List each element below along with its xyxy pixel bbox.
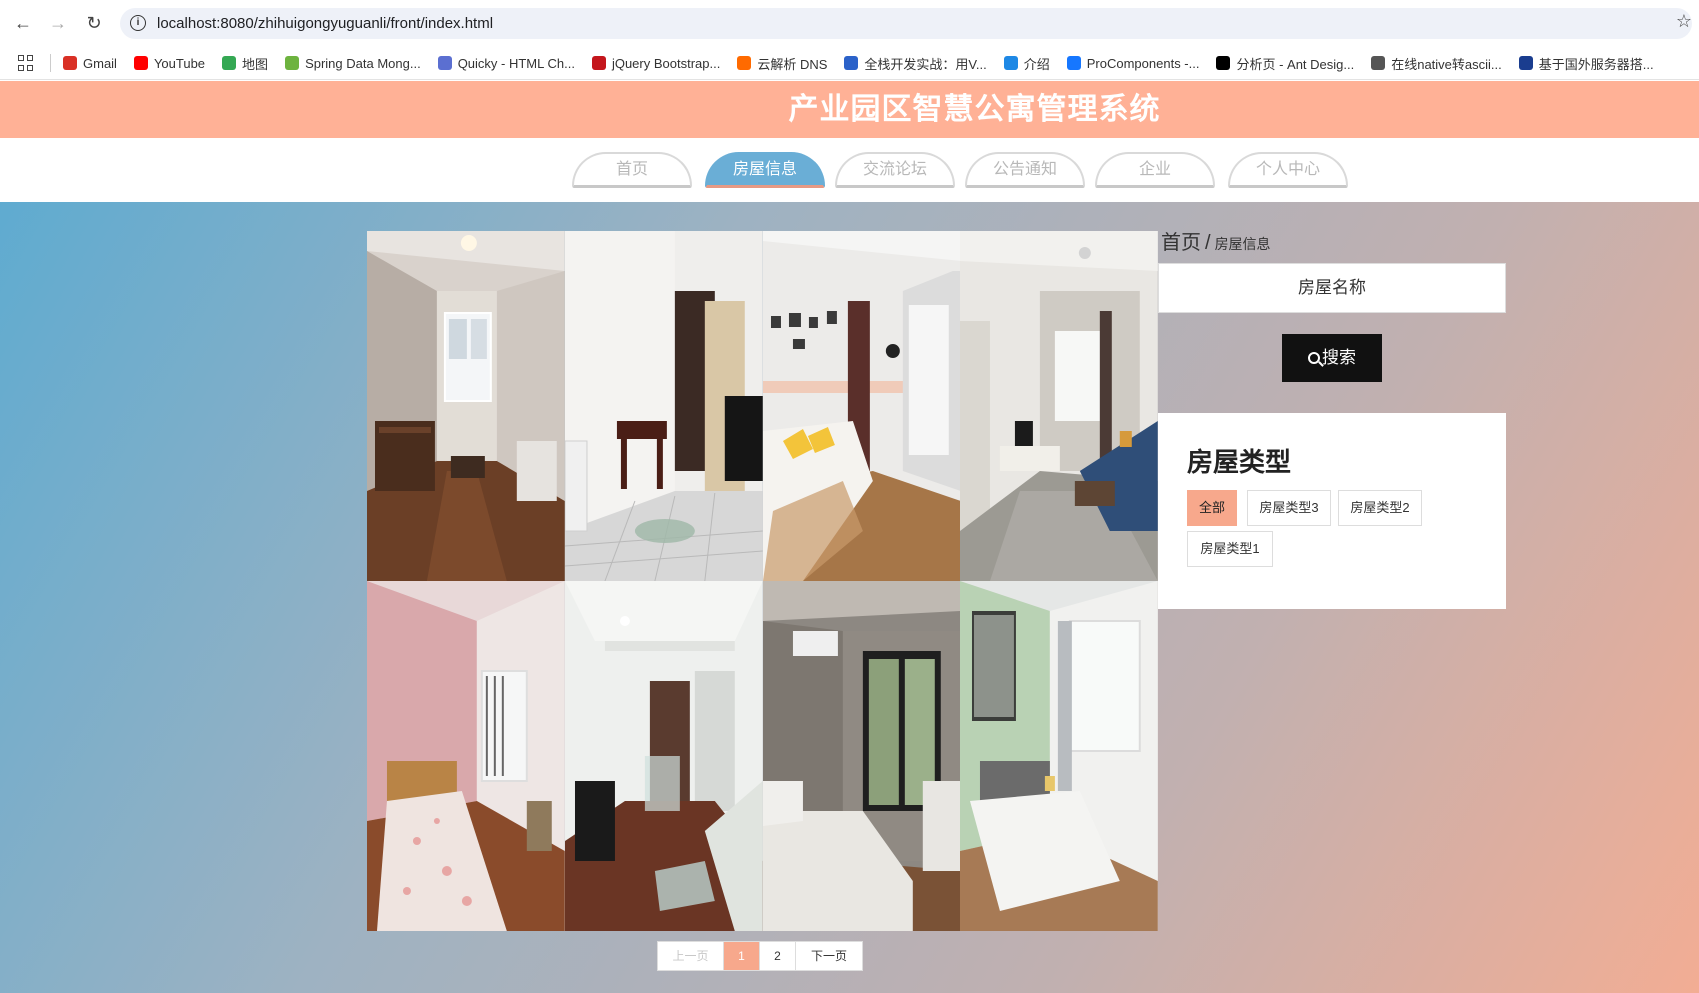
bookmark-label: 全栈开发实战：用V... [864,56,987,72]
house-photo [960,581,1158,931]
search-button-label: 搜索 [1322,348,1356,367]
maps-icon [222,56,237,70]
spring-icon [285,56,300,70]
bookmark-label: 分析页 - Ant Desig... [1236,56,1355,72]
bookmark-label: jQuery Bootstrap... [611,55,721,71]
jquery-icon [591,56,606,70]
page-2-button[interactable]: 2 [760,942,796,970]
browser-toolbar: ← → ↻ i localhost:8080/zhihuigongyuguanl… [0,0,1699,47]
page-1-button[interactable]: 1 [724,942,760,970]
house-photo [762,231,961,581]
main-nav: 首页 房屋信息 交流论坛 公告通知 企业 个人中心 [0,138,1699,202]
youtube-icon [133,56,148,70]
bookmark-label: 基于国外服务器搭... [1538,56,1654,72]
bookmark-item[interactable]: 在线native转ascii... [1371,54,1502,73]
type-tag-1[interactable]: 房屋类型1 [1187,531,1273,567]
bookmark-label: Gmail [83,55,117,71]
breadcrumb-current: 房屋信息 [1214,236,1271,252]
next-page-button[interactable]: 下一页 [796,942,862,970]
bookmark-item[interactable]: 基于国外服务器搭... [1518,54,1654,73]
site-title: 产业园区智慧公寓管理系统 [788,93,1161,126]
type-tag-all[interactable]: 全部 [1187,490,1237,526]
bookmark-item[interactable]: jQuery Bootstrap... [591,55,721,71]
house-card[interactable] [564,581,763,931]
house-type-title: 房屋类型 [1187,447,1292,477]
house-photo [762,581,961,931]
bookmark-label: 地图 [242,56,269,72]
bookmark-item[interactable]: Gmail [63,56,117,71]
house-card[interactable] [762,231,961,581]
house-card[interactable] [960,581,1158,931]
bookmark-item[interactable]: 全栈开发实战：用V... [844,54,987,73]
bookmark-star-icon[interactable]: ☆ [1676,11,1692,32]
bookmark-item[interactable]: Quicky - HTML Ch... [437,55,575,71]
bookmark-item[interactable]: ProComponents -... [1066,55,1200,71]
m-icon [844,56,859,70]
reload-icon[interactable]: ↻ [83,12,105,34]
type-tag-3[interactable]: 房屋类型3 [1247,490,1331,526]
nav-house-info[interactable]: 房屋信息 [705,152,825,188]
content-area: 首页 / 房屋信息 房屋名称 搜索 房屋类型 全部 房屋类型3 房屋类型2 房屋类型… [0,202,1699,993]
globe-icon [1371,56,1386,70]
bookmark-label: 在线native转ascii... [1391,56,1502,72]
bookmark-item[interactable]: 分析页 - Ant Desig... [1216,54,1354,73]
bookmark-label: 介绍 [1023,56,1050,72]
back-arrow-icon[interactable]: ← [12,12,34,34]
apps-icon[interactable] [0,47,50,79]
house-card[interactable] [367,231,565,581]
search-button[interactable]: 搜索 [1282,334,1382,382]
house-name-search-input[interactable]: 房屋名称 [1158,263,1506,313]
bookmarks-bar: Gmail YouTube 地图 Spring Data Mong... Quicky … [0,47,1699,80]
bookmark-item[interactable]: YouTube [133,55,206,71]
bookmark-item[interactable]: Spring Data Mong... [285,56,421,71]
nav-enterprise[interactable]: 企业 [1095,152,1215,188]
bookmark-label: Quicky - HTML Ch... [457,55,575,71]
nav-home[interactable]: 首页 [572,152,692,188]
house-card[interactable] [762,581,961,931]
house-card[interactable] [367,581,565,931]
nav-notice[interactable]: 公告通知 [965,152,1085,188]
bookmarks-divider [50,54,51,72]
bookmark-label: ProComponents -... [1086,55,1200,71]
type-tag-2[interactable]: 房屋类型2 [1338,490,1422,526]
breadcrumb-home[interactable]: 首页 [1161,232,1201,254]
house-photo [960,231,1158,581]
search-icon [1308,352,1320,364]
house-photo [564,231,763,581]
nav-forum[interactable]: 交流论坛 [835,152,955,188]
bookmark-label: Spring Data Mong... [305,55,421,71]
bookmark-label: YouTube [153,55,206,71]
house-card[interactable] [960,231,1158,581]
pro-icon [1216,56,1231,70]
quicky-icon [437,56,452,70]
prev-page-button[interactable]: 上一页 [658,942,724,970]
aliyun-icon [737,56,752,70]
house-card[interactable] [564,231,763,581]
house-photo [367,231,565,581]
server-icon [1518,56,1533,70]
bookmark-label: 云解析 DNS [757,56,828,72]
breadcrumb: 首页 / 房屋信息 [1161,226,1271,255]
breadcrumb-separator: / [1205,232,1211,254]
bookmark-item[interactable]: 云解析 DNS [737,54,827,73]
house-photo [564,581,763,931]
site-info-icon[interactable]: i [130,15,146,31]
app-header: 产业园区智慧公寓管理系统 [0,81,1699,138]
intro-icon [1003,56,1018,70]
address-bar[interactable]: i localhost:8080/zhihuigongyuguanli/fron… [120,8,1692,39]
forward-arrow-icon[interactable]: → [47,12,69,34]
bookmark-item[interactable]: 地图 [222,54,268,73]
nav-personal-center[interactable]: 个人中心 [1228,152,1348,188]
pagination: 上一页 1 2 下一页 [657,941,863,971]
procomponents-icon [1066,56,1081,70]
house-grid [367,231,1158,931]
bookmark-item[interactable]: 介绍 [1003,54,1050,73]
house-type-panel: 房屋类型 全部 房屋类型3 房屋类型2 房屋类型1 [1158,413,1506,609]
gmail-icon [63,56,77,70]
url-text[interactable]: localhost:8080/zhihuigongyuguanli/front/… [157,15,493,32]
house-photo [367,581,565,931]
